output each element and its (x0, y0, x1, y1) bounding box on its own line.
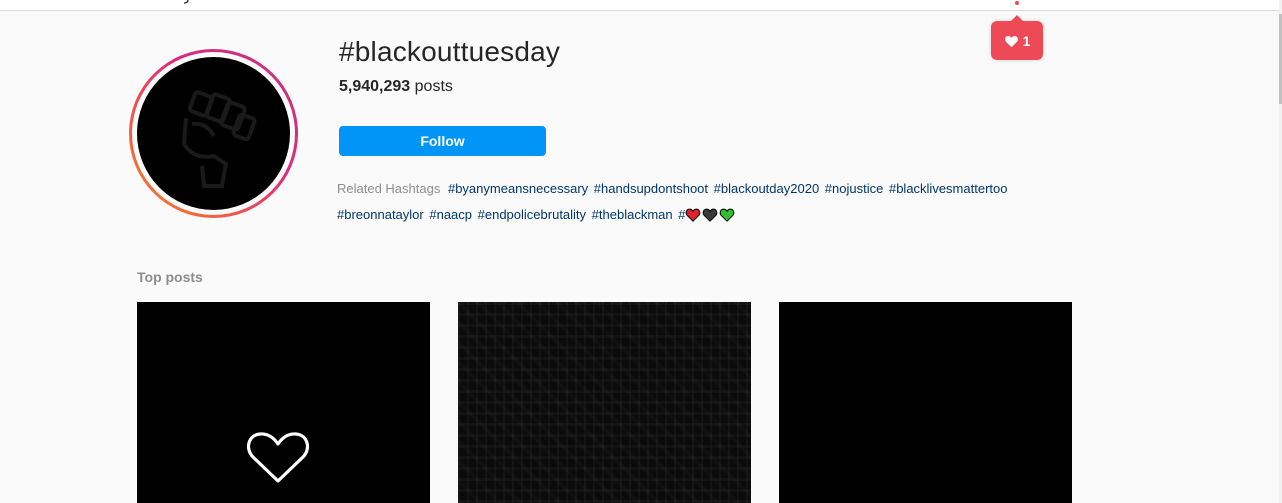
related-hashtag-link[interactable]: #theblackman (592, 207, 673, 222)
top-posts-heading: Top posts (137, 269, 203, 285)
follow-button[interactable]: Follow (339, 126, 546, 156)
hashtag-title: #blackouttuesday (339, 36, 561, 67)
related-hashtag-link[interactable]: #naacp (429, 207, 472, 222)
top-nav-bar (0, 0, 1282, 11)
hashtag-page: 1 #blackouttuesday 5,940,293 posts Follo… (0, 0, 1282, 503)
dark-texture-image (458, 302, 751, 503)
related-hashtag-link[interactable]: #blackoutday2020 (714, 181, 820, 196)
top-post-thumbnail[interactable] (137, 302, 430, 503)
hashtag-symbol: # (678, 207, 686, 222)
related-hashtags: Related Hashtags #byanymeansnecessary #h… (337, 176, 1057, 228)
related-hashtag-link[interactable]: #endpolicebrutality (478, 207, 586, 222)
related-hashtag-link[interactable]: #blacklivesmattertoo (889, 181, 1008, 196)
top-post-thumbnail[interactable] (779, 302, 1072, 503)
related-hashtag-link[interactable]: #byanymeansnecessary (448, 181, 588, 196)
green-heart-icon (720, 208, 735, 222)
black-heart-icon (703, 208, 718, 222)
post-count-suffix: posts (414, 78, 453, 95)
related-hashtag-link[interactable]: #breonnataylor (337, 207, 424, 222)
raised-fist-icon (181, 89, 256, 188)
red-heart-icon (686, 208, 701, 222)
activity-like-count: 1 (1022, 32, 1031, 49)
post-count: 5,940,293 posts (339, 78, 453, 96)
heart-outline-icon (246, 432, 310, 483)
related-hashtag-link[interactable]: #nojustice (825, 181, 884, 196)
post-count-number: 5,940,293 (339, 78, 411, 95)
related-hashtags-label: Related Hashtags (337, 181, 441, 196)
related-hashtag-emoji-link[interactable]: # (678, 207, 736, 222)
heart-icon (1004, 35, 1018, 47)
top-post-thumbnail[interactable] (458, 302, 751, 503)
activity-notification-popup[interactable]: 1 (991, 15, 1043, 60)
activity-dot-indicator (1015, 1, 1019, 5)
nav-fragment-icon (183, 0, 189, 4)
related-hashtag-link[interactable]: #handsupdontshoot (594, 181, 708, 196)
hashtag-avatar (129, 49, 298, 218)
